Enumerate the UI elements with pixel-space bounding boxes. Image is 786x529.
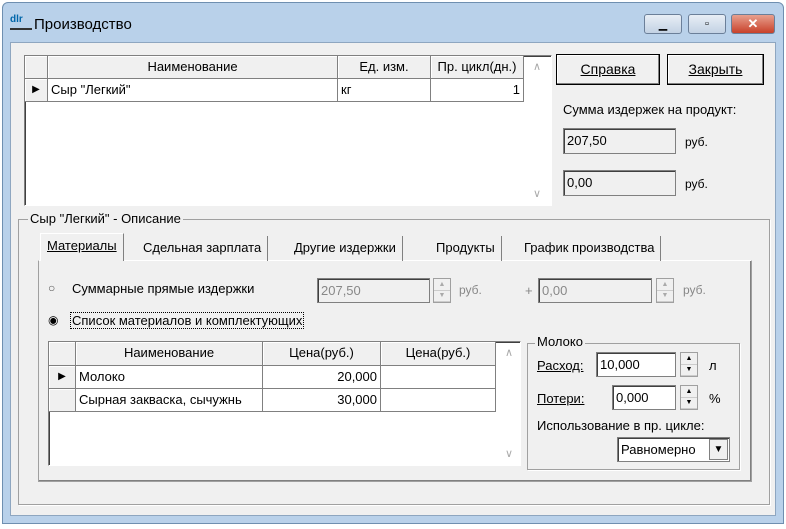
table-row-price-2[interactable] — [381, 366, 496, 389]
loss-spinner[interactable]: ▲ ▼ — [680, 385, 698, 410]
loss-label: Потери: — [537, 391, 585, 406]
help-button[interactable]: Справка — [556, 54, 660, 85]
row-indicator-icon: ▶ — [25, 79, 48, 102]
cost-extra-field: 0,00 — [563, 170, 676, 196]
table-row-unit[interactable]: кг — [338, 79, 431, 102]
cost-sum-label: Сумма издержек на продукт: — [563, 102, 737, 117]
tab-materials[interactable]: Материалы — [40, 233, 124, 261]
usage-select[interactable]: Равномерно ▼ — [617, 437, 730, 462]
consumption-label: Расход: — [537, 358, 584, 373]
tab-production-schedule[interactable]: График производства — [518, 236, 662, 261]
table-row-price[interactable]: 20,000 — [263, 366, 381, 389]
app-icon: dlr — [10, 14, 32, 30]
radio-materials-list-label[interactable]: Список материалов и комплектующих — [70, 312, 305, 329]
tab-piecework-salary[interactable]: Сдельная зарплата — [137, 236, 269, 261]
radio-total-costs-label[interactable]: Суммарные прямые издержки — [72, 281, 254, 296]
currency-label: руб. — [459, 283, 482, 297]
table-row-cycle[interactable]: 1 — [431, 79, 524, 102]
consumption-input[interactable]: 10,000 — [596, 352, 676, 377]
table-row-price-2[interactable] — [381, 389, 496, 412]
detail-group-title: Молоко — [535, 334, 585, 349]
tab-products[interactable]: Продукты — [430, 236, 502, 261]
total-costs-field: 207,50 — [317, 278, 430, 303]
loss-input[interactable]: 0,000 — [612, 385, 676, 410]
vertical-scrollbar[interactable]: ∧ ∨ — [525, 56, 549, 204]
consumption-unit: л — [709, 358, 717, 373]
row-indicator-icon: ▶ — [49, 366, 76, 389]
chevron-down-icon[interactable]: ▼ — [709, 439, 728, 460]
col-header-name[interactable]: Наименование — [76, 342, 263, 366]
currency-label: руб. — [683, 283, 706, 297]
col-header-unit[interactable]: Ед. изм. — [338, 56, 431, 79]
tab-label: Материалы — [47, 238, 117, 253]
close-label: Закрыть — [688, 61, 743, 77]
table-row-name[interactable]: Сыр "Легкий" — [48, 79, 338, 102]
plus-sign: + — [525, 283, 533, 298]
consumption-spinner[interactable]: ▲ ▼ — [680, 352, 698, 377]
close-button[interactable]: Закрыть — [667, 54, 764, 85]
usage-label: Использование в пр. цикле: — [537, 418, 705, 433]
col-header-price-2[interactable]: Цена(руб.) — [381, 342, 496, 366]
col-header-cycle[interactable]: Пр. цикл(дн.) — [431, 56, 524, 79]
extra-costs-field: 0,00 — [538, 278, 652, 303]
col-header-name[interactable]: Наименование — [48, 56, 338, 79]
tab-other-costs[interactable]: Другие издержки — [288, 236, 403, 261]
col-header-price[interactable]: Цена(руб.) — [263, 342, 381, 366]
help-label: Справка — [580, 61, 636, 77]
extra-costs-spinner: ▲ ▼ — [656, 278, 674, 303]
products-table[interactable]: Наименование Ед. изм. Пр. цикл(дн.) ▶ Сы… — [24, 55, 552, 206]
vertical-scrollbar[interactable]: ∧ ∨ — [497, 342, 521, 464]
table-row-price[interactable]: 30,000 — [263, 389, 381, 412]
table-row-name[interactable]: Сырная закваска, сычужнь — [76, 389, 263, 412]
usage-select-value: Равномерно — [621, 442, 696, 457]
close-window-button[interactable]: ✕ — [731, 14, 775, 34]
description-group-title: Сыр "Легкий" - Описание — [28, 211, 183, 226]
radio-total-costs[interactable]: ○ — [48, 281, 55, 295]
table-row-name[interactable]: Молоко — [76, 366, 263, 389]
cost-sum-field: 207,50 — [563, 128, 676, 154]
maximize-button[interactable]: ▫ — [688, 14, 726, 34]
radio-materials-list[interactable]: ◉ — [48, 313, 58, 327]
window-title: Производство — [34, 16, 132, 33]
materials-table[interactable]: Наименование Цена(руб.) Цена(руб.) ▶ Мол… — [48, 341, 521, 466]
currency-label: руб. — [685, 177, 708, 191]
loss-unit: % — [709, 391, 721, 406]
minimize-button[interactable]: ▁ — [644, 14, 682, 34]
total-costs-spinner: ▲ ▼ — [433, 278, 451, 303]
currency-label: руб. — [685, 135, 708, 149]
